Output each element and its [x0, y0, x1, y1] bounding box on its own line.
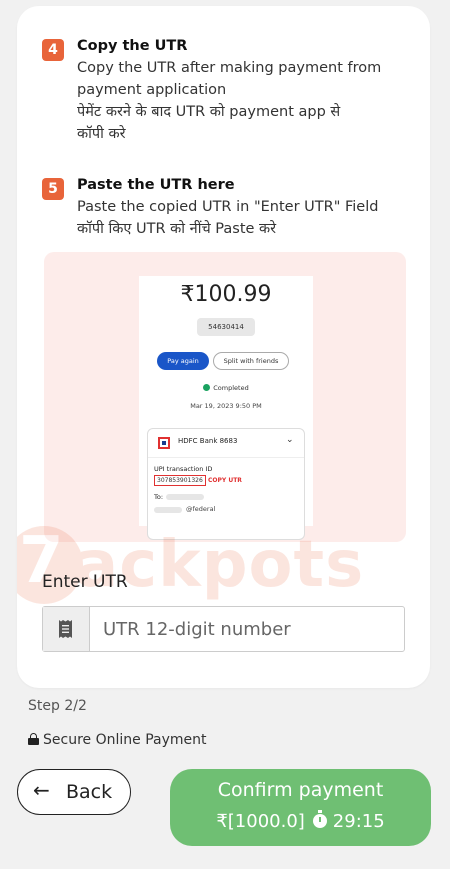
- back-label: Back: [66, 781, 113, 803]
- confirm-label: Confirm payment: [217, 779, 384, 801]
- chevron-down-icon: ⌄: [286, 435, 294, 445]
- step-4-line: पेमेंट करने के बाद UTR को payment app से: [77, 104, 341, 120]
- example-status-text: Completed: [213, 384, 249, 392]
- stopwatch-icon: [312, 810, 327, 828]
- example-pay-again: Pay again: [157, 352, 209, 370]
- example-bank-name: HDFC Bank 8683: [178, 437, 238, 445]
- arrow-left-icon: ←: [33, 778, 50, 802]
- example-upi-id: 307853901326: [154, 475, 206, 486]
- example-upi-label: UPI transaction ID: [154, 465, 213, 473]
- countdown-timer: 29:15: [332, 811, 385, 832]
- utr-addon: [43, 607, 90, 651]
- redacted-text: [166, 494, 204, 500]
- bank-logo-icon: [158, 437, 170, 449]
- example-handle: @federal: [186, 505, 216, 513]
- step-5-line: Paste the copied UTR in "Enter UTR" Fiel…: [77, 199, 379, 215]
- example-phone-screen: ₹100.99 54630414 Pay again Split with fr…: [139, 276, 313, 540]
- payment-amount: ₹[1000.0]: [216, 811, 305, 832]
- example-reference: 54630414: [197, 318, 255, 336]
- back-button[interactable]: ← Back: [17, 769, 131, 815]
- step-5-line: कॉपी किए UTR को नींचे Paste करे: [77, 221, 277, 237]
- receipt-icon: [59, 620, 72, 638]
- example-amount: ₹100.99: [180, 282, 272, 307]
- example-copy-utr: COPY UTR: [208, 477, 242, 484]
- step-5: 5 Paste the UTR here Paste the copied UT…: [42, 175, 412, 240]
- instruction-card: 4 Copy the UTR Copy the UTR after making…: [17, 6, 430, 688]
- step-4-line: payment application: [77, 82, 227, 98]
- secure-payment-text: Secure Online Payment: [43, 732, 207, 748]
- example-screenshot: ₹100.99 54630414 Pay again Split with fr…: [44, 252, 406, 542]
- step-4-title: Copy the UTR: [77, 38, 188, 54]
- step-5-title: Paste the UTR here: [77, 177, 235, 193]
- step-4-badge: 4: [42, 39, 64, 61]
- secure-payment-note: Secure Online Payment: [28, 732, 206, 748]
- utr-field: [42, 606, 405, 652]
- example-split: Split with friends: [213, 352, 289, 370]
- confirm-details: ₹[1000.0] 29:15: [170, 810, 431, 832]
- redacted-text: [154, 507, 182, 513]
- utr-label: Enter UTR: [42, 572, 128, 592]
- step-5-badge: 5: [42, 178, 64, 200]
- step-4-line: Copy the UTR after making payment from: [77, 60, 382, 76]
- step-indicator: Step 2/2: [28, 698, 87, 714]
- lock-icon: [28, 733, 39, 745]
- confirm-payment-button[interactable]: Confirm payment ₹[1000.0] 29:15: [170, 769, 431, 846]
- utr-input[interactable]: [89, 607, 404, 651]
- check-icon: [203, 384, 211, 391]
- example-bank-card: HDFC Bank 8683 ⌄ UPI transaction ID 3078…: [147, 428, 305, 540]
- step-4: 4 Copy the UTR Copy the UTR after making…: [42, 36, 412, 145]
- example-to-label: To:: [154, 493, 164, 501]
- divider: [148, 457, 304, 458]
- step-4-line: कॉपी करे: [77, 126, 126, 142]
- example-status: Completed: [139, 384, 313, 392]
- example-date: Mar 19, 2023 9:50 PM: [190, 402, 262, 410]
